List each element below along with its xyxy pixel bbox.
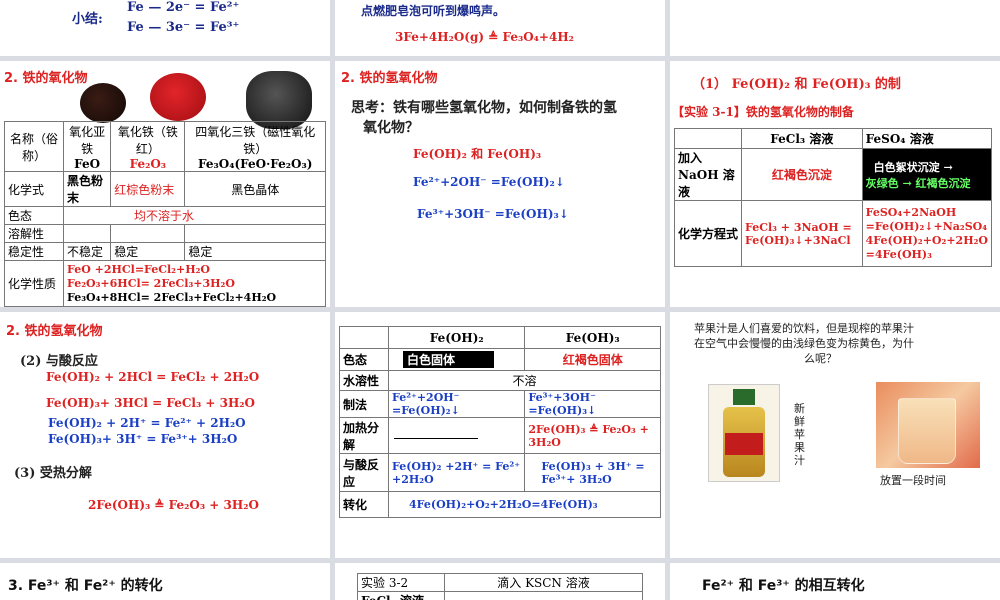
note-text: 点燃肥皂泡可听到爆鸣声。 — [361, 4, 506, 18]
after-time-caption: 放置一段时间 — [880, 474, 946, 487]
row-solubility: 水溶性 — [339, 370, 389, 391]
slide-thumbnail-6[interactable]: （1） Fe(OH)₂ 和 Fe(OH)₃ 的制 【实验 3-1】铁的氢氧化物的… — [670, 61, 1000, 307]
feoh3-prep: Fe³⁺+3OH⁻ =Fe(OH)₃↓ — [524, 390, 661, 418]
feo-powder-image — [80, 83, 126, 123]
solubility-text: 均不溶于水 — [63, 206, 326, 225]
slide-thumbnail-10[interactable]: 3. Fe³⁺ 和 Fe²⁺ 的转化 — [0, 563, 330, 600]
feo-color: 黑色粉末 — [62, 171, 112, 207]
fe2o3-powder-image — [150, 73, 206, 121]
experiment-table: FeCl₃ 溶液 FeSO₄ 溶液 加入 NaOH 溶液 红褐色沉淀 白色絮状沉… — [674, 128, 993, 267]
feo-reaction: FeO +2HCl=FeCl₂+H₂O — [67, 262, 210, 276]
question-line-1: 思考：铁有哪些氢氧化物，如何制备铁的氢 — [351, 100, 617, 116]
feoh2-color-cell: 白色固体 — [387, 348, 526, 371]
juice-glass-image — [876, 382, 980, 468]
oxides-table: 名称（俗称） 氧化亚铁 FeO 氧化铁（铁红） Fe₂O₃ 四氧化三铁（磁性氧化铁）… — [4, 121, 326, 307]
reactions-cell: FeO +2HCl=FeCl₂+H₂O Fe₂O₃+6HCl= 2FeCl₃+3… — [63, 260, 326, 307]
fe2o3-reaction: Fe₂O₃+6HCl= 2FeCl₃+3H₂O — [67, 276, 235, 290]
feso4-equations: FeSO₄+2NaOH =Fe(OH)₂↓+Na₂SO₄ 4Fe(OH)₂+O₂+2… — [861, 200, 993, 267]
row-color: 色态 — [339, 348, 389, 371]
summary-label: 小结: — [72, 12, 103, 27]
conversion-equation: 4Fe(OH)₂+O₂+2H₂O=4Fe(OH)₃ — [388, 491, 661, 518]
experiment-3-2-table: 实验 3-2 滴入 KSCN 溶液 FeCl₃ 溶液 — [357, 573, 643, 600]
feoh2-header: Fe(OH)₂ — [387, 326, 526, 349]
solubility-value: 不溶 — [388, 370, 661, 391]
fe3o4-stability: 稳定 — [184, 242, 326, 261]
fe3o4-reaction: Fe₃O₄+8HCl= 2FeCl₃+FeCl₂+4H₂O — [67, 290, 277, 304]
row-label-state: 色态 — [4, 206, 64, 225]
fecl3-row-label: FeCl₃ 溶液 — [357, 591, 445, 600]
question-line-2: 氧化物？ — [363, 120, 419, 136]
slide-title: Fe²⁺ 和 Fe³⁺ 的相互转化 — [702, 578, 865, 594]
slide-thumbnail-5[interactable]: 2. 铁的氢氧化物 思考：铁有哪些氢氧化物，如何制备铁的氢 氧化物？ Fe(OH… — [335, 61, 665, 307]
feoh2-heat-blank — [387, 417, 526, 454]
fe2o3-stability: 稳定 — [110, 242, 186, 261]
row-label-chemical-property: 化学性质 — [4, 260, 64, 307]
slide-thumbnail-7[interactable]: 2. 铁的氢氧化物 (2) 与酸反应 Fe(OH)₂ + 2HCl = FeCl… — [0, 312, 330, 558]
slide-title: 2. 铁的氢氧化物 — [6, 324, 103, 339]
row-label-solubility: 溶解性 — [4, 224, 64, 243]
row-preparation: 制法 — [339, 390, 389, 418]
row-label-stability: 稳定性 — [4, 242, 64, 261]
acid-eq-3: Fe(OH)₂ + 2H⁺ = Fe²⁺ + 2H₂O — [48, 416, 246, 430]
row-conversion: 转化 — [339, 491, 389, 518]
heat-equation: 2Fe(OH)₃ ≜ Fe₂O₃ + 3H₂O — [88, 498, 259, 512]
kscn-header: 滴入 KSCN 溶液 — [444, 573, 643, 592]
row-equation: 化学方程式 — [674, 200, 742, 267]
hydroxide-compare-table: Fe(OH)₂ Fe(OH)₃ 色态 白色固体 红褐色固体 水溶性 不溶 制法 … — [339, 326, 661, 518]
feo-stability: 不稳定 — [62, 242, 112, 261]
fe3o4-color: 黑色晶体 — [184, 171, 326, 207]
acid-eq-2: Fe(OH)₃+ 3HCl = FeCl₃ + 3H₂O — [46, 396, 256, 410]
acid-eq-4: Fe(OH)₃+ 3H⁺ = Fe³⁺+ 3H₂O — [48, 432, 238, 446]
header-fe3o4: 四氧化三铁（磁性氧化铁） Fe₃O₄(FeO·Fe₂O₃) — [184, 121, 326, 172]
feoh2-acid: Fe(OH)₂ +2H⁺ = Fe²⁺ +2H₂O — [387, 453, 526, 492]
slide-thumbnail-4[interactable]: 2. 铁的氧化物 名称（俗称） 氧化亚铁 FeO 氧化铁（铁红） Fe₂O₃ 四氧化… — [0, 61, 330, 307]
row-acid: 与酸反应 — [339, 453, 389, 492]
fecl3-header: FeCl₃ 溶液 — [741, 128, 863, 149]
fe2o3-color: 红棕色粉末 — [110, 171, 186, 207]
fecl3-result: 红褐色沉淀 — [741, 148, 863, 201]
subtitle-heat: (3) 受热分解 — [14, 466, 92, 481]
apple-juice-bottle-image — [708, 384, 780, 482]
feoh2-prep: Fe²⁺+2OH⁻ =Fe(OH)₂↓ — [387, 390, 526, 418]
slide-title: （1） Fe(OH)₂ 和 Fe(OH)₃ 的制 — [692, 77, 901, 92]
slide-title: 2. 铁的氢氧化物 — [341, 71, 438, 86]
apple-text-3: 么呢？ — [804, 352, 837, 365]
header-fe2o3: 氧化铁（铁红） Fe₂O₃ — [110, 121, 186, 172]
row-add-naoh: 加入 NaOH 溶液 — [674, 148, 742, 201]
feoh3-color: 红褐色固体 — [524, 348, 661, 371]
feso4-result: 白色絮状沉淀 → 灰绿色 → 红褐色沉淀 — [861, 148, 993, 201]
header-feo: 氧化亚铁 FeO — [62, 121, 112, 172]
experiment-title: 【实验 3-1】铁的氢氧化物的制备 — [672, 105, 854, 119]
slide-thumbnail-3[interactable] — [670, 0, 1000, 56]
experiment-label: 实验 3-2 — [357, 573, 445, 592]
apple-text-1: 苹果汁是人们喜爱的饮料，但是现榨的苹果汁 — [694, 322, 914, 335]
header-name-cell: 名称（俗称） — [4, 121, 64, 172]
fecl3-equation: FeCl₃ + 3NaOH = Fe(OH)₃↓+3NaCl — [741, 200, 863, 267]
feoh3-prep-equation: Fe³⁺+3OH⁻ =Fe(OH)₃↓ — [417, 207, 569, 221]
equation-fe2: Fe — 2e⁻ = Fe²⁺ — [127, 0, 240, 15]
slide-thumbnail-1[interactable]: 小结: Fe — 2e⁻ = Fe²⁺ Fe — 3e⁻ = Fe³⁺ — [0, 0, 330, 56]
iron-steam-equation: 3Fe+4H₂O(g) ≜ Fe₃O₄+4H₂ — [395, 30, 574, 44]
row-label-formula: 化学式 — [4, 171, 64, 207]
fresh-juice-label: 新鲜苹果汁 — [794, 402, 805, 467]
feoh3-header: Fe(OH)₃ — [524, 326, 661, 349]
slide-title: 3. Fe³⁺ 和 Fe²⁺ 的转化 — [8, 578, 163, 594]
slide-title: 2. 铁的氧化物 — [4, 71, 88, 86]
feoh2-prep-equation: Fe²⁺+2OH⁻ =Fe(OH)₂↓ — [413, 175, 565, 189]
subtitle-acid: (2) 与酸反应 — [20, 354, 98, 369]
equation-fe3: Fe — 3e⁻ = Fe³⁺ — [127, 20, 240, 35]
slide-thumbnail-8[interactable]: Fe(OH)₂ Fe(OH)₃ 色态 白色固体 红褐色固体 水溶性 不溶 制法 … — [335, 312, 665, 558]
feoh3-heat: 2Fe(OH)₃ ≜ Fe₂O₃ + 3H₂O — [524, 417, 661, 454]
acid-eq-1: Fe(OH)₂ + 2HCl = FeCl₂ + 2H₂O — [46, 370, 260, 384]
hydroxide-names: Fe(OH)₂ 和 Fe(OH)₃ — [413, 147, 542, 161]
slide-thumbnail-12[interactable]: Fe²⁺ 和 Fe³⁺ 的相互转化 — [670, 563, 1000, 600]
row-heating: 加热分解 — [339, 417, 389, 454]
feoh3-acid: Fe(OH)₃ + 3H⁺ = Fe³⁺+ 3H₂O — [524, 453, 661, 492]
feso4-header: FeSO₄ 溶液 — [861, 128, 993, 149]
slide-thumbnail-2[interactable]: 点燃肥皂泡可听到爆鸣声。 3Fe+4H₂O(g) ≜ Fe₃O₄+4H₂ — [335, 0, 665, 56]
slide-thumbnail-11[interactable]: 实验 3-2 滴入 KSCN 溶液 FeCl₃ 溶液 — [335, 563, 665, 600]
apple-text-2: 在空气中会慢慢的由浅绿色变为棕黄色，为什 — [694, 337, 914, 350]
slide-thumbnail-9[interactable]: 苹果汁是人们喜爱的饮料，但是现榨的苹果汁 在空气中会慢慢的由浅绿色变为棕黄色，为… — [670, 312, 1000, 558]
